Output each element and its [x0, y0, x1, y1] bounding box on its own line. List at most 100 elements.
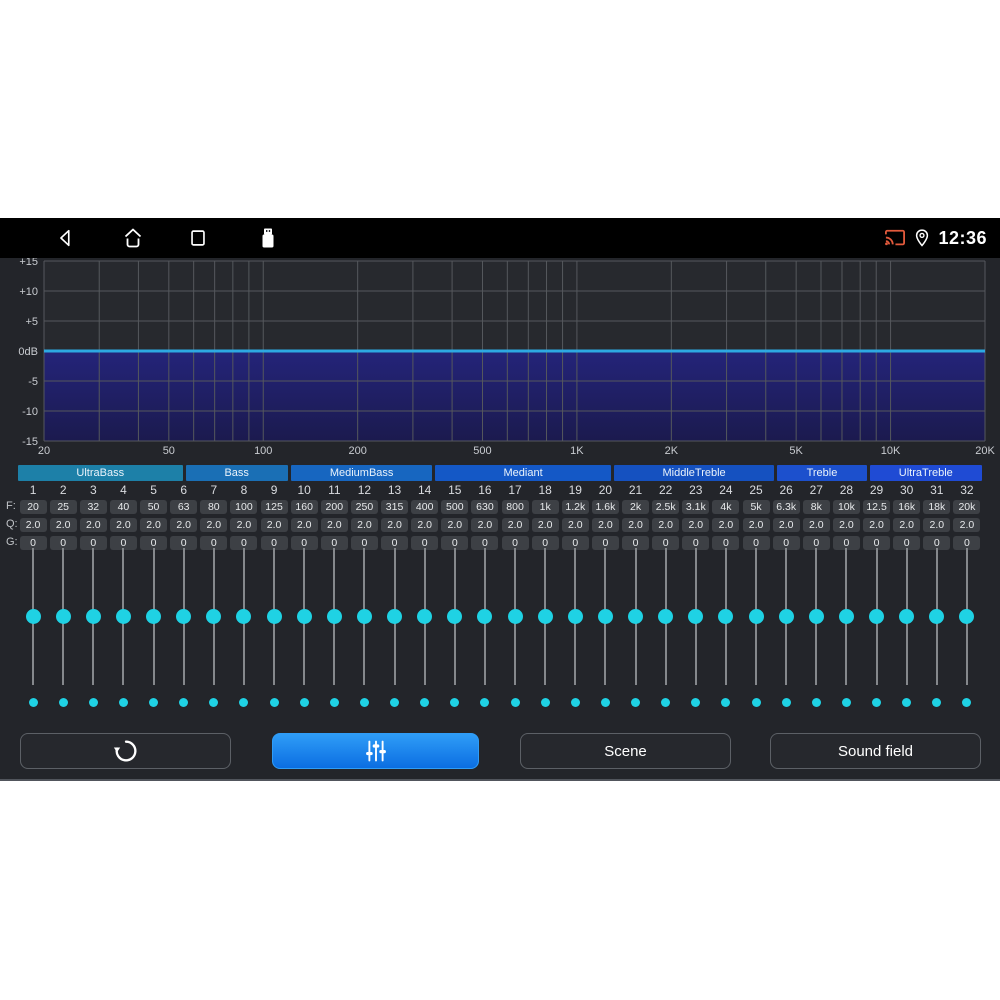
slider-knob[interactable] [417, 609, 433, 624]
eq-band-slider[interactable] [289, 548, 319, 685]
eq-band-slider[interactable] [48, 548, 78, 685]
eq-band-slider[interactable] [440, 548, 470, 685]
slider-knob[interactable] [296, 609, 312, 624]
dot-cell [560, 697, 590, 707]
y-tick: 0dB [18, 346, 38, 358]
scene-button[interactable]: Scene [520, 733, 731, 769]
slider-knob[interactable] [658, 609, 674, 624]
eq-band-slider[interactable] [952, 548, 982, 685]
q-value: 2.0 [802, 517, 830, 532]
band-cell: 1k [530, 499, 560, 514]
dot-cell [711, 697, 741, 707]
eq-band-slider[interactable] [771, 548, 801, 685]
home-button[interactable] [121, 226, 145, 250]
q-value: 2.0 [772, 517, 800, 532]
slider-knob[interactable] [447, 609, 463, 624]
band-indicator-dot [299, 697, 309, 707]
recent-apps-button[interactable] [187, 227, 209, 249]
usb-status [258, 226, 278, 250]
slider-knob[interactable] [55, 609, 71, 624]
band-cell: 2.0 [349, 517, 379, 532]
freq-value: 160 [290, 499, 318, 514]
status-bar: 12:36 [0, 218, 1000, 258]
band-number: 28 [839, 483, 854, 497]
slider-knob[interactable] [85, 609, 101, 624]
slider-knob[interactable] [477, 609, 493, 624]
eq-band-slider[interactable] [349, 548, 379, 685]
slider-knob[interactable] [236, 609, 252, 624]
band-cell: 2.0 [410, 517, 440, 532]
slider-knob[interactable] [959, 609, 975, 624]
slider-knob[interactable] [718, 609, 734, 624]
eq-band-slider[interactable] [681, 548, 711, 685]
slider-knob[interactable] [537, 609, 553, 624]
q-value: 2.0 [501, 517, 529, 532]
sound-field-button[interactable]: Sound field [770, 733, 981, 769]
eq-band-slider[interactable] [199, 548, 229, 685]
eq-band-slider[interactable] [711, 548, 741, 685]
q-value: 2.0 [893, 517, 921, 532]
slider-knob[interactable] [748, 609, 764, 624]
eq-band-slider[interactable] [500, 548, 530, 685]
eq-band-slider[interactable] [741, 548, 771, 685]
eq-band-slider[interactable] [922, 548, 952, 685]
back-button[interactable] [55, 227, 77, 249]
q-value: 2.0 [531, 517, 559, 532]
eq-band-slider[interactable] [108, 548, 138, 685]
slider-knob[interactable] [567, 609, 583, 624]
band-cell: 2.0 [922, 517, 952, 532]
eq-band-slider[interactable] [259, 548, 289, 685]
band-number: 25 [749, 483, 763, 497]
slider-knob[interactable] [266, 609, 282, 624]
band-cell: 2.0 [892, 517, 922, 532]
eq-band-slider[interactable] [169, 548, 199, 685]
x-tick: 50 [163, 445, 175, 457]
slider-knob[interactable] [688, 609, 704, 624]
slider-knob[interactable] [507, 609, 523, 624]
eq-band-slider[interactable] [319, 548, 349, 685]
eq-band-slider[interactable] [530, 548, 560, 685]
eq-band-slider[interactable] [410, 548, 440, 685]
slider-knob[interactable] [25, 609, 41, 624]
eq-band-slider[interactable] [470, 548, 500, 685]
slider-knob[interactable] [356, 609, 372, 624]
eq-band-slider[interactable] [560, 548, 590, 685]
slider-knob[interactable] [387, 609, 403, 624]
slider-knob[interactable] [778, 609, 794, 624]
slider-knob[interactable] [597, 609, 613, 624]
band-cell: 2.0 [741, 517, 771, 532]
eq-band-slider[interactable] [229, 548, 259, 685]
band-cell: 2.0 [139, 517, 169, 532]
eq-band-slider[interactable] [892, 548, 922, 685]
slider-knob[interactable] [929, 609, 945, 624]
freq-value: 500 [441, 499, 469, 514]
slider-knob[interactable] [869, 609, 885, 624]
band-dots-row [18, 697, 982, 707]
equalizer-button[interactable] [272, 733, 479, 769]
eq-band-slider[interactable] [621, 548, 651, 685]
reset-button[interactable] [20, 733, 231, 769]
eq-band-slider[interactable] [651, 548, 681, 685]
slider-knob[interactable] [628, 609, 644, 624]
response-fill [44, 351, 985, 441]
eq-band-slider[interactable] [831, 548, 861, 685]
eq-band-slider[interactable] [801, 548, 831, 685]
slider-knob[interactable] [326, 609, 342, 624]
eq-band-slider[interactable] [18, 548, 48, 685]
slider-knob[interactable] [808, 609, 824, 624]
slider-knob[interactable] [899, 609, 915, 624]
slider-knob[interactable] [176, 609, 192, 624]
eq-band-slider[interactable] [78, 548, 108, 685]
eq-band-slider[interactable] [862, 548, 892, 685]
eq-band-slider[interactable] [590, 548, 620, 685]
slider-knob[interactable] [206, 609, 222, 624]
eq-band-slider[interactable] [380, 548, 410, 685]
q-value: 2.0 [140, 517, 168, 532]
slider-knob[interactable] [838, 609, 854, 624]
slider-knob[interactable] [146, 609, 162, 624]
dot-cell [862, 697, 892, 707]
band-indicator-dot [661, 697, 671, 707]
eq-band-slider[interactable] [139, 548, 169, 685]
slider-knob[interactable] [115, 609, 131, 624]
band-cell: 2.0 [169, 517, 199, 532]
